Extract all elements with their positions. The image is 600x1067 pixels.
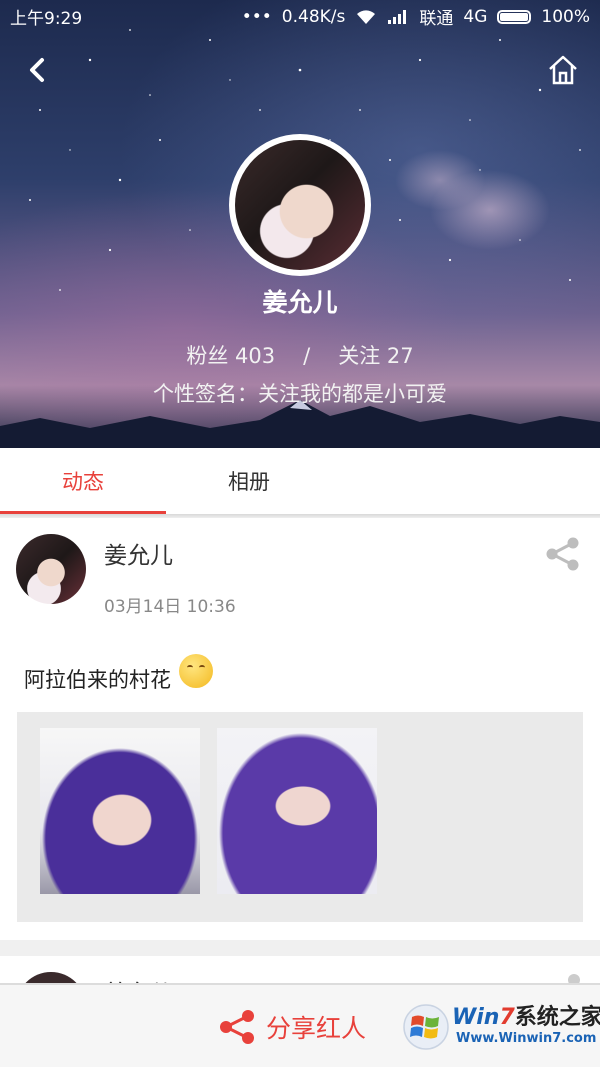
status-bar: 上午9:29 ••• 0.48K/s 联通 4G 100% [0,0,600,33]
post-photo-gallery [17,712,583,922]
wifi-icon [357,9,376,24]
fans-label: 粉丝 [186,344,229,368]
watermark-seven: 7 [499,1005,515,1030]
share-icon [546,537,579,571]
post-author-name[interactable]: 姜允儿 [104,536,173,570]
profile-stats: 粉丝 403 / 关注 27 [0,340,600,370]
watermark-win: Win [452,1005,500,1030]
stats-separator: / [303,344,311,368]
network-type: 4G [463,6,488,27]
post-share-button[interactable] [544,536,582,572]
profile-avatar[interactable] [229,134,371,276]
watermark-title: Win7系统之家 [452,999,600,1031]
tab-album[interactable]: 相册 [166,448,332,514]
battery-icon [497,9,532,24]
more-dots-icon: ••• [241,6,272,27]
tab-bar: 动态 相册 [0,448,600,514]
signal-icon [388,9,407,24]
watermark-cn: 系统之家 [514,1005,600,1030]
following-stat[interactable]: 关注 27 [338,344,413,368]
site-watermark: Win7系统之家 Www.Winwin7.com [402,997,600,1055]
profile-name: 姜允儿 [262,288,338,317]
battery-level: 100% [541,6,590,27]
kissing-face-emoji-icon [179,654,213,688]
post-card: 姜允儿 03月14日 10:36 阿拉伯来的村花 [0,518,600,940]
carrier-name: 联通 [419,9,454,29]
post-photo-1[interactable] [40,728,200,894]
bottom-action-bar: 分享红人 Win7系统之家 Www.Winwin7.com [0,983,600,1067]
profile-signature: 个性签名：关注我的都是小可爱 [153,382,447,406]
following-label: 关注 [338,344,381,368]
post-author-avatar[interactable] [16,534,86,604]
avatar-photo [235,140,365,270]
fans-count: 403 [235,344,276,368]
post-timestamp: 03月14日 10:36 [104,597,236,617]
share-icon [220,1010,254,1044]
following-count: 27 [386,344,414,368]
post-text: 阿拉伯来的村花 [24,668,171,692]
tab-activity[interactable]: 动态 [0,448,166,514]
status-time: 上午9:29 [10,9,83,29]
watermark-url: Www.Winwin7.com [456,1031,597,1046]
post-photo-2[interactable] [217,728,377,894]
share-celebrity-label: 分享红人 [266,1014,367,1043]
windows-logo-icon [403,1004,449,1050]
fans-stat[interactable]: 粉丝 403 [186,344,275,368]
home-button[interactable] [546,52,580,88]
home-icon [549,55,577,85]
post-content: 阿拉伯来的村花 [24,654,213,696]
share-celebrity-button[interactable]: 分享红人 [218,1005,366,1049]
back-button[interactable] [22,52,54,88]
network-speed: 0.48K/s [281,6,346,27]
back-icon [30,58,44,82]
